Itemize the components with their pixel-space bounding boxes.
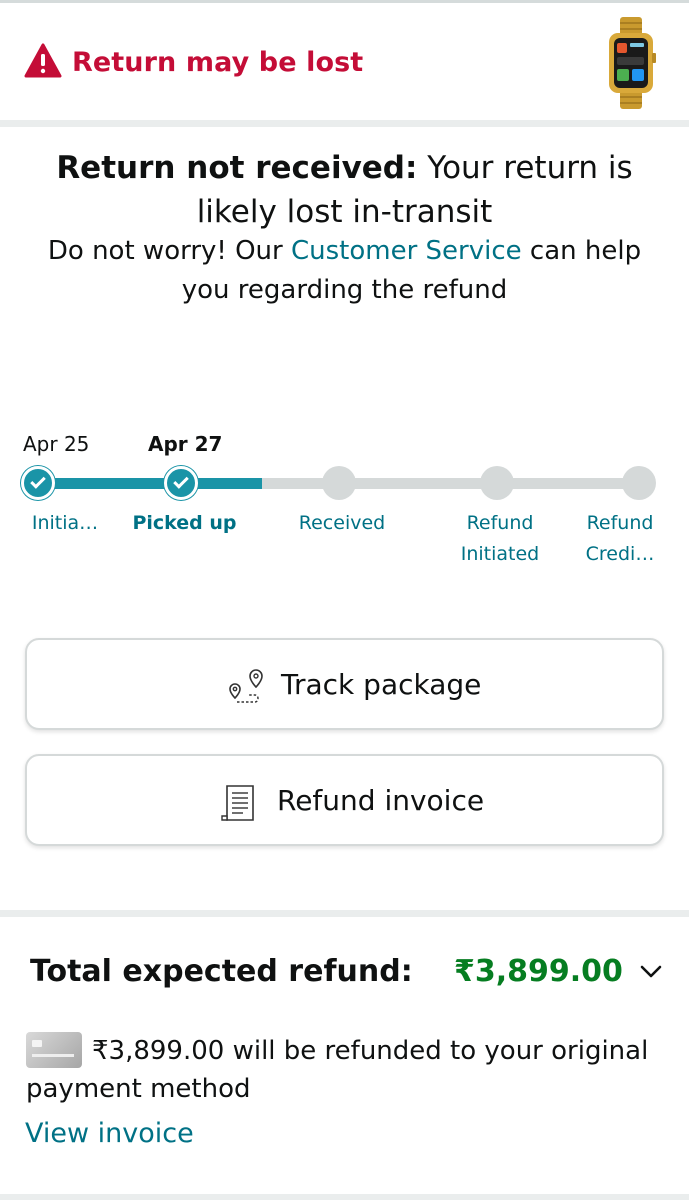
step-dot-received	[322, 466, 356, 500]
status-message-subtitle: Do not worry! Our Customer Service can h…	[40, 232, 649, 310]
step-date-initiated: Apr 25	[23, 432, 90, 456]
step-label-initiated: Initia…	[31, 512, 99, 534]
section-divider	[0, 1194, 689, 1200]
step-label-picked-up: Picked up	[132, 512, 237, 534]
section-divider	[0, 910, 689, 917]
status-message-title: Return not received: Your return is like…	[40, 146, 649, 234]
progress-fill	[38, 478, 262, 489]
step-label-refund-credited: Refund Credi…	[585, 512, 655, 565]
invoice-document-icon	[221, 785, 254, 821]
refund-invoice-label: Refund invoice	[277, 784, 485, 817]
route-pin-icon	[229, 669, 263, 703]
alert-header: Return may be lost	[0, 3, 689, 120]
checkmark-icon	[173, 473, 189, 489]
refund-description: ₹3,899.00 will be refunded to your origi…	[26, 1036, 649, 1104]
status-message-bold: Return not received:	[56, 150, 418, 186]
alert-title: Return may be lost	[72, 47, 364, 78]
step-dot-refund-credited	[622, 466, 656, 500]
checkmark-icon	[30, 473, 46, 489]
step-dot-picked-up	[164, 466, 198, 500]
step-label-refund-initiated: Refund Initiated	[460, 512, 540, 565]
step-label-received: Received	[298, 512, 386, 534]
view-invoice-link[interactable]: View invoice	[25, 1118, 194, 1149]
refund-summary-title: Total expected refund:	[30, 954, 413, 989]
track-package-button[interactable]: Track package	[25, 638, 664, 730]
chevron-down-icon[interactable]	[640, 960, 662, 982]
refund-amount: ₹3,899.00	[454, 954, 623, 989]
step-dot-refund-initiated	[480, 466, 514, 500]
section-divider	[0, 120, 689, 127]
step-date-picked-up: Apr 27	[148, 432, 223, 456]
product-thumbnail-image[interactable]	[600, 17, 662, 109]
card-chip	[32, 1040, 42, 1047]
refund-invoice-button[interactable]: Refund invoice	[25, 754, 664, 846]
customer-service-link[interactable]: Customer Service	[291, 236, 522, 266]
track-package-label: Track package	[281, 668, 482, 701]
card-number-line	[32, 1054, 74, 1057]
warning-triangle-icon	[24, 43, 62, 78]
subtitle-prefix: Do not worry! Our	[47, 236, 291, 266]
payment-card-icon	[26, 1032, 82, 1068]
step-dot-initiated	[21, 466, 55, 500]
